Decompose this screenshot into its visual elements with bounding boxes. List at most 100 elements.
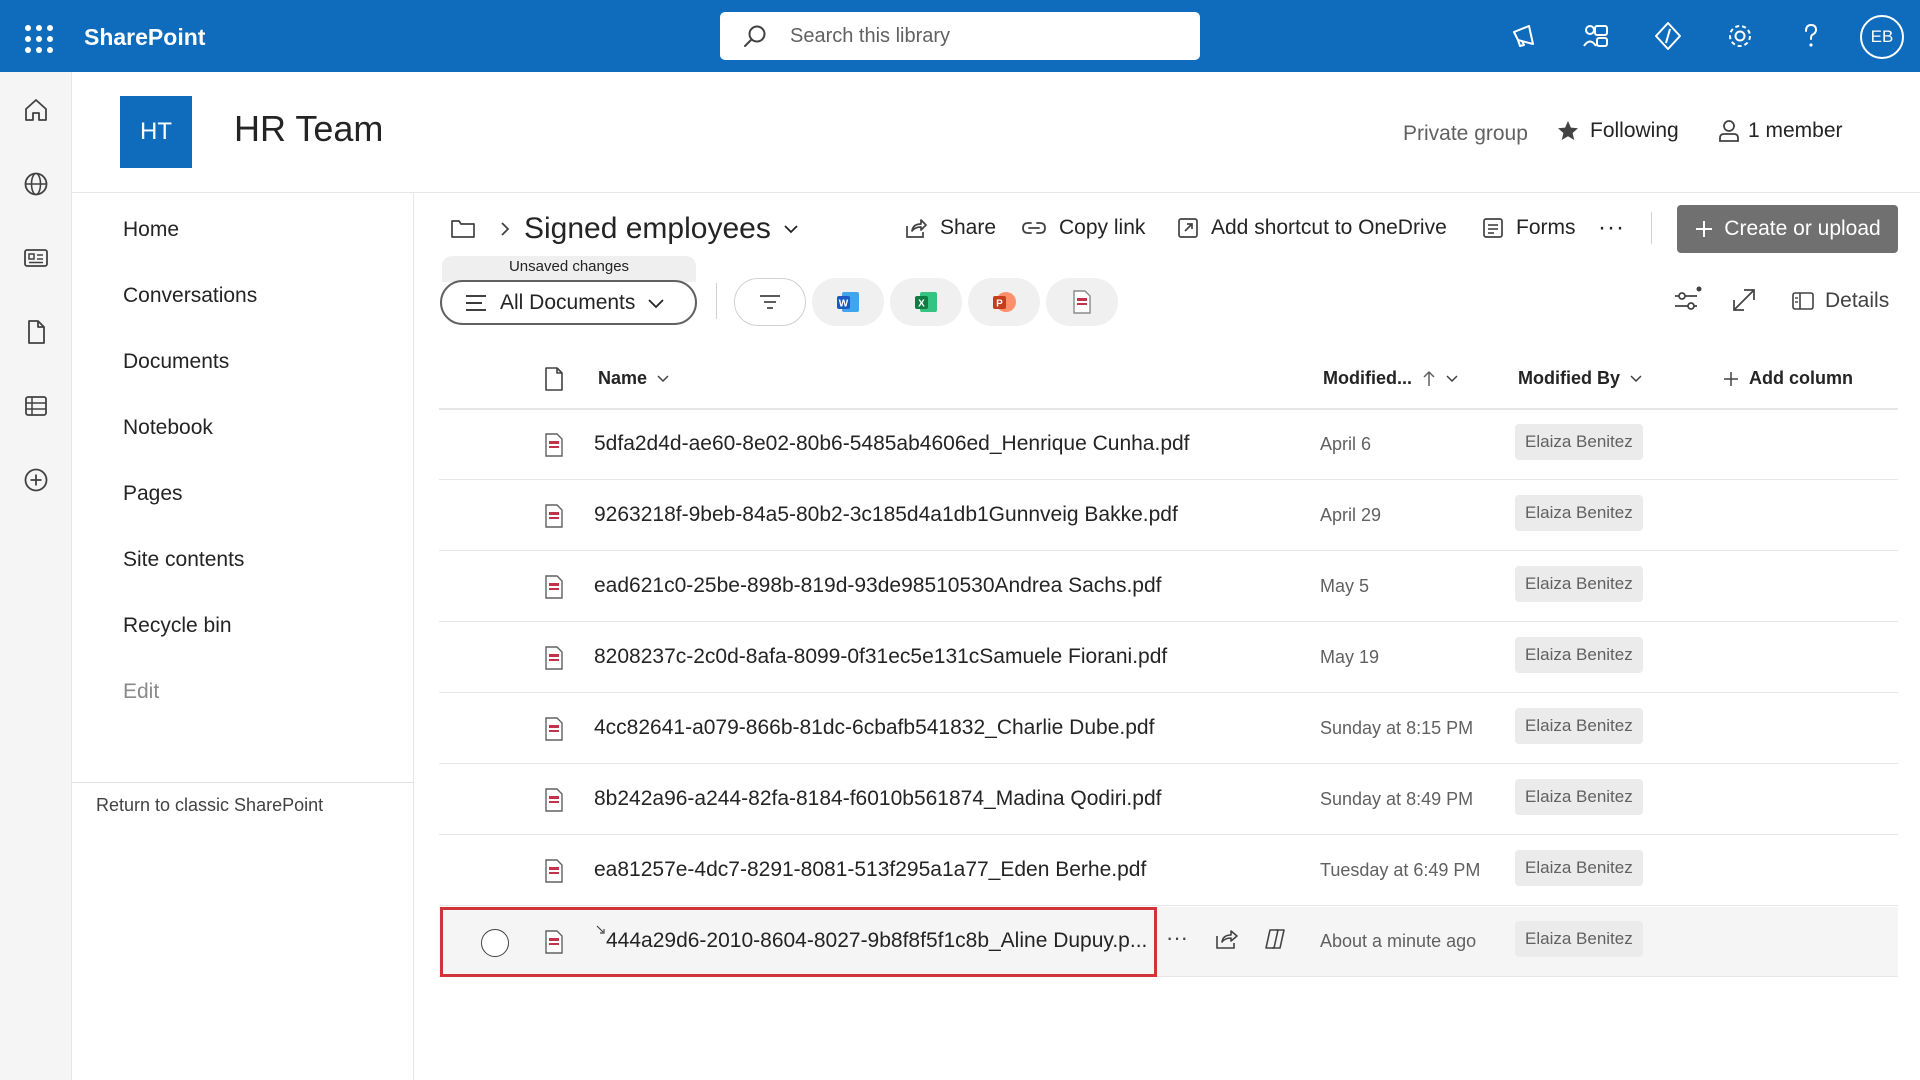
pdf-filter-pill[interactable] — [1046, 278, 1118, 326]
chevron-down-icon — [784, 225, 798, 234]
file-name-link[interactable]: 4cc82641-a079-866b-81dc-6cbafb541832_Cha… — [594, 716, 1154, 740]
excel-filter-pill[interactable]: X — [890, 278, 962, 326]
folder-icon[interactable] — [450, 216, 476, 240]
gear-icon[interactable] — [1724, 20, 1756, 52]
header-divider — [72, 192, 1920, 193]
file-name-link[interactable]: 9263218f-9beb-84a5-80b2-3c185d4a1db1Gunn… — [594, 503, 1178, 527]
view-separator — [716, 283, 717, 319]
file-name-link[interactable]: 5dfa2d4d-ae60-8e02-80b6-5485ab4606ed_Hen… — [594, 432, 1190, 456]
return-classic-link[interactable]: Return to classic SharePoint — [96, 795, 323, 816]
create-upload-label: Create or upload — [1724, 217, 1881, 240]
add-column-button[interactable]: Add column — [1723, 368, 1853, 389]
copilot-icon[interactable] — [1262, 927, 1288, 951]
search-box[interactable] — [720, 12, 1200, 60]
word-filter-pill[interactable]: W — [812, 278, 884, 326]
help-icon[interactable] — [1795, 20, 1827, 52]
share-feedback-icon[interactable] — [1580, 20, 1612, 52]
file-type-icon[interactable] — [543, 366, 565, 392]
file-icon[interactable] — [22, 318, 50, 346]
search-input[interactable] — [790, 12, 1180, 60]
row-more-actions-button[interactable]: ··· — [1166, 925, 1188, 951]
modified-by-chip[interactable]: Elaiza Benitez — [1515, 850, 1643, 886]
column-header: Name Modified... Modified By Add column — [439, 352, 1898, 410]
powerpoint-icon: P — [993, 292, 1016, 312]
table-row[interactable]: ead621c0-25be-898b-819d-93de98510530Andr… — [439, 552, 1898, 622]
dev-icon[interactable] — [1652, 20, 1684, 52]
more-commands-button[interactable]: ··· — [1598, 214, 1625, 242]
file-name-link[interactable]: 8208237c-2c0d-8afa-8099-0f31ec5e131cSamu… — [594, 645, 1167, 669]
nav-divider — [413, 192, 414, 1080]
app-brand[interactable]: SharePoint — [84, 24, 205, 51]
modified-by-chip[interactable]: Elaiza Benitez — [1515, 566, 1643, 602]
modified-by-column-header[interactable]: Modified By — [1518, 368, 1642, 389]
chevron-down-icon — [1446, 374, 1458, 382]
expand-icon[interactable] — [1730, 286, 1758, 314]
share-button[interactable]: Share — [904, 216, 996, 240]
details-pane-icon — [1792, 292, 1814, 310]
forms-button[interactable]: Forms — [1482, 216, 1576, 240]
avatar[interactable]: EB — [1860, 15, 1904, 59]
table-row[interactable]: 8208237c-2c0d-8afa-8099-0f31ec5e131cSamu… — [439, 623, 1898, 693]
library-title[interactable]: Signed employees — [524, 212, 799, 246]
details-button[interactable]: Details — [1791, 289, 1889, 313]
file-name-link[interactable]: 8b242a96-a244-82fa-8184-f6010b561874_Mad… — [594, 787, 1161, 811]
nav-item-recycle-bin[interactable]: Recycle bin — [123, 614, 232, 638]
chevron-down-icon — [657, 374, 669, 382]
svg-text:P: P — [996, 299, 1003, 310]
pdf-icon — [545, 859, 563, 883]
modified-by-chip[interactable]: Elaiza Benitez — [1515, 637, 1643, 673]
nav-item-site-contents[interactable]: Site contents — [123, 548, 244, 572]
modified-by-chip[interactable]: Elaiza Benitez — [1515, 921, 1643, 957]
file-name-link[interactable]: ead621c0-25be-898b-819d-93de98510530Andr… — [594, 574, 1161, 598]
table-row[interactable]: 8b242a96-a244-82fa-8184-f6010b561874_Mad… — [439, 765, 1898, 835]
forms-label: Forms — [1516, 216, 1576, 239]
follow-label: Following — [1590, 119, 1679, 142]
row-highlight-box — [440, 907, 1157, 977]
home-icon[interactable] — [22, 96, 50, 124]
nav-item-documents[interactable]: Documents — [123, 350, 229, 374]
add-icon[interactable] — [22, 466, 50, 494]
add-shortcut-button[interactable]: Add shortcut to OneDrive — [1177, 216, 1447, 240]
filter-pill[interactable] — [734, 278, 806, 326]
nav-item-home[interactable]: Home — [123, 218, 179, 242]
modified-by-column-label: Modified By — [1518, 368, 1620, 388]
modified-by-chip[interactable]: Elaiza Benitez — [1515, 708, 1643, 744]
site-logo[interactable]: HT — [120, 96, 192, 168]
waffle-icon[interactable] — [20, 20, 53, 53]
modified-column-header[interactable]: Modified... — [1323, 368, 1458, 389]
follow-button[interactable]: Following — [1556, 119, 1679, 143]
site-title[interactable]: HR Team — [234, 108, 383, 150]
nav-edit-link[interactable]: Edit — [123, 680, 159, 704]
table-row[interactable]: 4cc82641-a079-866b-81dc-6cbafb541832_Cha… — [439, 694, 1898, 764]
modified-date: Tuesday at 6:49 PM — [1320, 860, 1481, 880]
modified-by-chip[interactable]: Elaiza Benitez — [1515, 779, 1643, 815]
pdf-icon — [545, 575, 563, 599]
share-icon[interactable] — [1214, 927, 1240, 951]
table-row[interactable]: 5dfa2d4d-ae60-8e02-80b6-5485ab4606ed_Hen… — [439, 410, 1898, 480]
pdf-icon — [545, 433, 563, 457]
megaphone-icon[interactable] — [1509, 20, 1541, 52]
modified-date: May 5 — [1320, 576, 1370, 596]
members-button[interactable]: 1 member — [1718, 119, 1843, 143]
file-name-link[interactable]: ea81257e-4dc7-8291-8081-513f295a1a77_Ede… — [594, 858, 1146, 882]
link-icon — [1022, 222, 1046, 234]
list-icon[interactable] — [22, 392, 50, 420]
svg-text:X: X — [918, 299, 925, 310]
name-column-header[interactable]: Name — [598, 368, 669, 389]
nav-item-pages[interactable]: Pages — [123, 482, 183, 506]
view-selector[interactable]: All Documents — [440, 280, 697, 325]
copy-link-button[interactable]: Copy link — [1021, 216, 1145, 240]
globe-icon[interactable] — [22, 170, 50, 198]
news-icon[interactable] — [22, 244, 50, 272]
create-upload-button[interactable]: Create or upload — [1677, 205, 1898, 253]
view-settings-icon[interactable] — [1672, 286, 1702, 314]
table-row[interactable]: ea81257e-4dc7-8291-8081-513f295a1a77_Ede… — [439, 836, 1898, 906]
powerpoint-filter-pill[interactable]: P — [968, 278, 1040, 326]
modified-by-chip[interactable]: Elaiza Benitez — [1515, 495, 1643, 531]
forms-icon — [1483, 218, 1503, 238]
modified-date: May 19 — [1320, 647, 1380, 667]
table-row[interactable]: 9263218f-9beb-84a5-80b2-3c185d4a1db1Gunn… — [439, 481, 1898, 551]
nav-item-conversations[interactable]: Conversations — [123, 284, 257, 308]
nav-item-notebook[interactable]: Notebook — [123, 416, 213, 440]
modified-by-chip[interactable]: Elaiza Benitez — [1515, 424, 1643, 460]
